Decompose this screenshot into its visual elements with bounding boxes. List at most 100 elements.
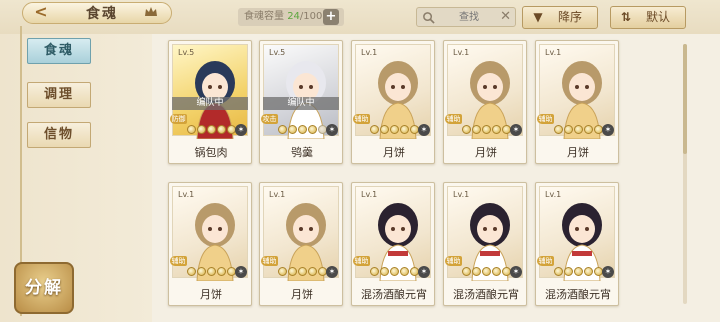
star-icon [564, 267, 573, 276]
tab-tiaoli[interactable]: 调理 [27, 82, 91, 108]
search-box[interactable]: ✕ [416, 7, 516, 27]
role-badge: 辅助 [537, 256, 554, 266]
sort-type-button[interactable]: ⇅ 默认 [610, 6, 686, 29]
star-icon [492, 267, 501, 276]
star-icon [564, 125, 573, 134]
tab-shihun[interactable]: 食魂 [27, 38, 91, 64]
star-icon [187, 125, 196, 134]
star-icon [197, 125, 206, 134]
role-badge: 辅助 [261, 256, 278, 266]
food-soul-card[interactable]: Lv.1 辅助 ✶ 月饼 [259, 182, 343, 306]
add-capacity-button[interactable]: + [323, 9, 339, 25]
food-soul-card[interactable]: Lv.1 辅助 ✶ 月饼 [535, 40, 619, 164]
element-icon: ✶ [602, 266, 614, 278]
role-badge: 攻击 [261, 114, 278, 124]
star-rating [370, 125, 419, 135]
in-team-banner: 编队中 [172, 97, 248, 110]
level-label: Lv.1 [545, 190, 562, 199]
scrollbar[interactable] [683, 44, 687, 304]
sort-order-button[interactable]: ▼ 降序 [522, 6, 598, 29]
level-label: Lv.5 [178, 48, 195, 57]
food-soul-card[interactable]: Lv.5 编队中 攻击 ✶ 鸮羹 [259, 40, 343, 164]
tab-xinwu[interactable]: 信物 [27, 122, 91, 148]
star-icon [472, 267, 481, 276]
scrollbar-thumb[interactable] [683, 44, 687, 154]
element-icon: ✶ [418, 266, 430, 278]
food-soul-card[interactable]: Lv.1 辅助 ✶ 月饼 [351, 40, 435, 164]
level-label: Lv.1 [545, 48, 562, 57]
food-soul-name: 混汤酒酿元宵 [453, 288, 519, 301]
star-icon [554, 125, 563, 134]
food-soul-card[interactable]: Lv.1 辅助 ✶ 混汤酒酿元宵 [351, 182, 435, 306]
star-icon [390, 125, 399, 134]
search-icon [423, 12, 435, 24]
star-icon [370, 267, 379, 276]
star-icon [482, 267, 491, 276]
level-label: Lv.1 [453, 48, 470, 57]
star-rating [370, 267, 419, 277]
food-soul-card[interactable]: Lv.1 辅助 ✶ 混汤酒酿元宵 [535, 182, 619, 306]
element-icon: ✶ [602, 124, 614, 136]
food-soul-name: 锅包肉 [194, 146, 228, 159]
element-icon: ✶ [235, 124, 247, 136]
level-label: Lv.1 [453, 190, 470, 199]
star-icon [278, 267, 287, 276]
food-soul-name: 鸮羹 [291, 146, 313, 159]
sort-order-label: 降序 [557, 10, 582, 24]
star-icon [584, 125, 593, 134]
level-label: Lv.1 [269, 190, 286, 199]
star-icon [207, 125, 216, 134]
star-rating [187, 125, 236, 135]
food-soul-name: 月饼 [383, 146, 405, 159]
food-soul-card[interactable]: Lv.1 辅助 ✶ 月饼 [443, 40, 527, 164]
star-icon [462, 267, 471, 276]
star-icon [380, 267, 389, 276]
sort-updown-icon: ⇅ [620, 10, 632, 24]
star-icon [472, 125, 481, 134]
top-bar: < 食魂 食魂容量 24/1000 + ✕ ▼ 降序 ⇅ 默认 [0, 0, 720, 34]
star-icon [584, 267, 593, 276]
star-rating [554, 267, 603, 277]
level-label: Lv.1 [178, 190, 195, 199]
role-badge: 辅助 [353, 256, 370, 266]
search-input[interactable] [439, 8, 499, 26]
in-team-banner: 编队中 [263, 97, 339, 110]
star-icon [380, 125, 389, 134]
star-rating [462, 267, 511, 277]
sort-down-icon: ▼ [533, 10, 543, 24]
star-icon [278, 125, 287, 134]
food-soul-card[interactable]: Lv.5 编队中防御 ✶ 锅包肉 [168, 40, 252, 164]
back-button[interactable]: < [28, 2, 54, 22]
role-badge: 辅助 [537, 114, 554, 124]
capacity-current: 24 [287, 11, 300, 22]
decompose-button[interactable]: 分解 [14, 262, 74, 314]
star-icon [308, 125, 317, 134]
food-soul-card[interactable]: Lv.1 辅助 ✶ 月饼 [168, 182, 252, 306]
star-rating [554, 125, 603, 135]
star-rating [278, 267, 327, 277]
level-label: Lv.5 [269, 48, 286, 57]
star-icon [298, 267, 307, 276]
element-icon: ✶ [510, 124, 522, 136]
food-soul-card[interactable]: Lv.1 辅助 ✶ 混汤酒酿元宵 [443, 182, 527, 306]
star-icon [197, 267, 206, 276]
star-icon [217, 125, 226, 134]
star-icon [288, 125, 297, 134]
star-icon [554, 267, 563, 276]
food-soul-grid: Lv.5 编队中 防御 ✶ 锅包肉 Lv.5 编队中 攻击 ✶ 鸮羹 Lv.1 辅助 ✶ 月饼 Lv.1 辅助… [168, 40, 678, 320]
star-icon [400, 125, 409, 134]
food-soul-name: 月饼 [291, 288, 313, 301]
star-rating [278, 125, 327, 135]
crown-icon [145, 7, 157, 16]
star-icon [207, 267, 216, 276]
role-badge: 防御 [170, 114, 187, 124]
food-soul-name: 月饼 [475, 146, 497, 159]
star-icon [482, 125, 491, 134]
star-icon [574, 267, 583, 276]
level-label: Lv.1 [361, 190, 378, 199]
star-icon [298, 125, 307, 134]
close-icon[interactable]: ✕ [500, 10, 511, 24]
element-icon: ✶ [510, 266, 522, 278]
star-icon [308, 267, 317, 276]
star-icon [370, 125, 379, 134]
